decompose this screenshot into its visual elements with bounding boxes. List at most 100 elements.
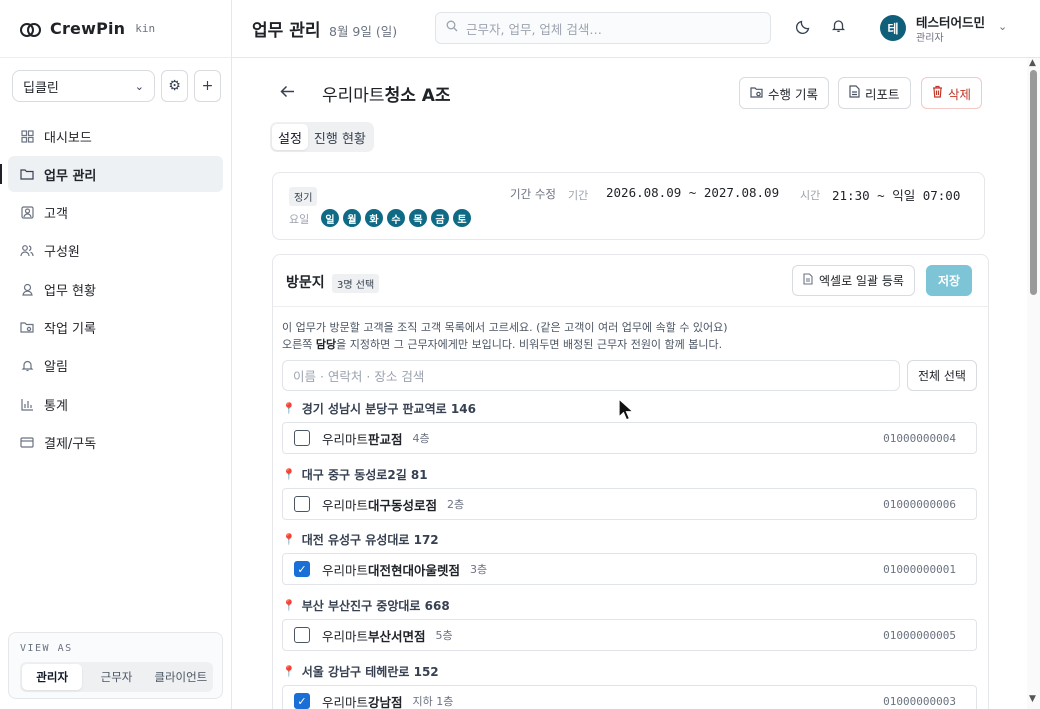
customer-prefix: 우리마트 — [322, 562, 369, 578]
group-address-text: 대구 중구 동성로2길 81 — [301, 467, 428, 482]
page-title: 업무 관리 — [252, 21, 321, 41]
visits-card: 방문지 3명 선택 엑셀로 일괄 등록 저장 이 업무가 방문할 고객을 조직 … — [272, 254, 989, 709]
sidebar-item-label: 결제/구독 — [44, 436, 97, 452]
help-text-part: 을 지정하면 그 근무자에게만 보입니다. 비워두면 배정된 근무자 전원이 함… — [336, 338, 723, 351]
customer-branch: 부산서면점 — [368, 628, 426, 644]
scroll-down-icon[interactable]: ▼ — [1029, 694, 1036, 704]
select-all-button[interactable]: 전체 선택 — [907, 360, 977, 391]
weekday-chip: 토 — [453, 209, 471, 227]
org-select[interactable]: 딥클린 ⌄ — [12, 70, 155, 102]
schedule-card: 정기 기간 수정 기간 2026.08.09 ~ 2027.08.09 시간 2… — [272, 172, 985, 240]
customer-prefix: 우리마트 — [322, 497, 369, 513]
list-item[interactable]: 우리마트부산서면점 5층 01000000005 — [282, 619, 977, 651]
list-item[interactable]: 우리마트판교점 4층 01000000004 — [282, 422, 977, 454]
view-as-panel: VIEW AS 관리자 근무자 클라이언트 — [8, 632, 223, 699]
sidebar-item-label: 고객 — [44, 207, 68, 223]
plus-icon: + — [201, 78, 214, 94]
sidebar-item-billing[interactable]: 결제/구독 — [8, 424, 223, 460]
days-label: 요일 — [289, 213, 310, 226]
excel-import-button[interactable]: 엑셀로 일괄 등록 — [792, 265, 915, 296]
save-button[interactable]: 저장 — [926, 265, 972, 296]
main-content: 우리마트청소 A조 수행 기록 리포트 삭제 설정 진행 현황 정기 기간 수정… — [232, 58, 1027, 709]
sidebar-item-stats[interactable]: 통계 — [8, 386, 223, 422]
sidebar-item-status[interactable]: 업무 현황 — [8, 271, 223, 307]
view-as-client[interactable]: 클라이언트 — [151, 664, 211, 690]
weekday-chip: 일 — [321, 209, 339, 227]
dark-mode-toggle[interactable] — [795, 19, 811, 38]
delete-button[interactable]: 삭제 — [921, 77, 983, 109]
sidebar-item-dashboard[interactable]: 대시보드 — [8, 118, 223, 154]
scroll-up-icon[interactable]: ▲ — [1029, 58, 1036, 68]
chevron-down-icon[interactable]: ⌄ — [998, 20, 1007, 33]
user-role: 관리자 — [916, 33, 944, 44]
members-icon — [20, 244, 34, 258]
notifications-button[interactable] — [831, 18, 846, 37]
brand-sub: kin — [135, 22, 156, 35]
view-as-admin[interactable]: 관리자 — [22, 664, 83, 690]
org-add-button[interactable]: + — [194, 70, 221, 102]
sidebar-item-jobs[interactable]: 업무 관리 — [0, 156, 223, 193]
checkbox-checked[interactable]: ✓ — [294, 693, 310, 709]
list-item[interactable]: ✓ 우리마트대전현대아울렛점 3층 01000000001 — [282, 553, 977, 585]
visits-header: 방문지 3명 선택 엑셀로 일괄 등록 저장 — [273, 255, 988, 307]
main-scrollbar[interactable]: ▲ ▼ — [1027, 58, 1040, 709]
group-address-text: 대전 유성구 유성대로 172 — [301, 532, 439, 547]
visits-help-text-2: 오른쪽 담당을 지정하면 그 근무자에게만 보입니다. 비워두면 배정된 근무자… — [282, 336, 722, 352]
tab-progress[interactable]: 진행 현황 — [308, 124, 372, 150]
folder-history-icon — [750, 86, 763, 101]
weekday-chip: 금 — [431, 209, 449, 227]
map-pin-icon: 📍 — [282, 598, 296, 612]
group-address: 📍 부산 부산진구 중앙대로 668 — [282, 595, 977, 615]
checkbox[interactable] — [294, 430, 310, 446]
brand[interactable]: CrewPin kin — [0, 0, 231, 58]
location-search-input[interactable]: 이름 · 연락처 · 장소 검색 — [282, 360, 900, 391]
sidebar-item-records[interactable]: 작업 기록 — [8, 309, 223, 345]
tab-settings[interactable]: 설정 — [272, 124, 308, 150]
map-pin-icon: 📍 — [282, 532, 296, 546]
folder-icon — [20, 167, 34, 181]
sidebar-item-label: 통계 — [44, 398, 68, 414]
sidebar-item-customers[interactable]: 고객 — [8, 195, 223, 231]
map-pin-icon: 📍 — [282, 664, 296, 678]
report-button[interactable]: 리포트 — [838, 77, 911, 109]
sidebar-item-label: 업무 관리 — [44, 168, 97, 184]
checkbox-checked[interactable]: ✓ — [294, 561, 310, 577]
customer-prefix: 우리마트 — [322, 431, 369, 447]
history-button[interactable]: 수행 기록 — [739, 77, 829, 109]
sidebar-item-label: 대시보드 — [44, 130, 92, 146]
group-address-text: 부산 부산진구 중앙대로 668 — [301, 598, 450, 613]
customer-name: 우리마트강남점 — [322, 692, 403, 709]
record-icon — [20, 320, 34, 334]
time-label: 시간 — [800, 189, 821, 202]
checkbox[interactable] — [294, 627, 310, 643]
delete-button-label: 삭제 — [948, 86, 972, 102]
view-as-worker[interactable]: 근무자 — [86, 664, 146, 690]
sidebar-item-members[interactable]: 구성원 — [8, 233, 223, 269]
customer-floor: 4층 — [412, 432, 430, 445]
map-pin-icon: 📍 — [282, 467, 296, 481]
avatar[interactable]: 테 — [880, 15, 906, 41]
sidebar-item-alerts[interactable]: 알림 — [8, 348, 223, 384]
location-search-placeholder: 이름 · 연락처 · 장소 검색 — [293, 369, 425, 384]
list-item[interactable]: 우리마트대구동성로점 2층 01000000006 — [282, 488, 977, 520]
scroll-thumb[interactable] — [1030, 70, 1037, 295]
gear-icon: ⚙ — [168, 78, 181, 94]
view-as-label: VIEW AS — [20, 643, 73, 654]
chevron-down-icon: ⌄ — [134, 79, 144, 93]
back-button[interactable] — [280, 83, 295, 103]
customer-name: 우리마트부산서면점 — [322, 626, 426, 645]
checkbox[interactable] — [294, 496, 310, 512]
global-search-placeholder: 근무자, 업무, 업체 검색… — [466, 21, 602, 37]
org-settings-button[interactable]: ⚙ — [161, 70, 188, 102]
visits-help-text: 이 업무가 방문할 고객을 조직 고객 목록에서 고르세요. (같은 고객이 여… — [282, 321, 728, 334]
period-edit-link[interactable]: 기간 수정 — [510, 186, 556, 202]
org-select-value: 딥클린 — [23, 80, 59, 96]
document-icon — [849, 85, 860, 101]
sidebar: CrewPin kin 딥클린 ⌄ ⚙ + 대시보드 업무 관리 고객 구성원 … — [0, 0, 232, 709]
list-item[interactable]: ✓ 우리마트강남점 지하 1층 01000000003 — [282, 685, 977, 709]
global-search-input[interactable]: 근무자, 업무, 업체 검색… — [435, 12, 771, 44]
customer-phone: 01000000001 — [883, 562, 956, 576]
customer-prefix: 우리마트 — [322, 628, 369, 644]
brand-name: CrewPin — [50, 19, 126, 38]
trash-icon — [932, 85, 943, 101]
